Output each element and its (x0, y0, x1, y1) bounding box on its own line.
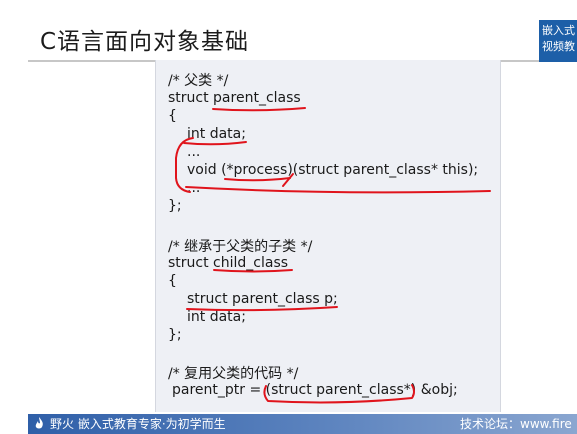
code-line: }; (168, 327, 182, 343)
code-line: int data; (187, 309, 246, 325)
code-line: struct child_class (168, 255, 289, 271)
code-line: }; (168, 198, 182, 214)
code-line: /* 继承于父类的子类 */ (168, 239, 313, 255)
code-line: int data; (187, 126, 246, 142)
slide-title: C语言面向对象基础 (40, 29, 250, 55)
code-line: parent_ptr = (struct parent_class*) &obj… (172, 382, 458, 398)
code-line: { (168, 273, 177, 289)
footer-forum-link[interactable]: 技术论坛：www.fire (460, 415, 572, 432)
code-line: void (*process)(struct parent_class* thi… (187, 162, 479, 178)
code-line: /* 父类 */ (168, 73, 229, 89)
code-line: ... (187, 180, 201, 196)
code-line: struct parent_class (168, 90, 301, 106)
code-line: /* 复用父类的代码 */ (168, 366, 299, 382)
badge-line-2: 视频教 (542, 40, 575, 53)
code-line: ... (187, 144, 201, 160)
flame-logo-icon (35, 417, 43, 429)
badge-line-1: 嵌入式 (542, 24, 575, 37)
code-line: struct parent_class p; (187, 291, 338, 307)
corner-badge: 嵌入式 视频教 (539, 20, 577, 62)
footer-slogan: 野火 嵌入式教育专家·为初学而生 (50, 417, 226, 431)
code-line: { (168, 108, 177, 124)
